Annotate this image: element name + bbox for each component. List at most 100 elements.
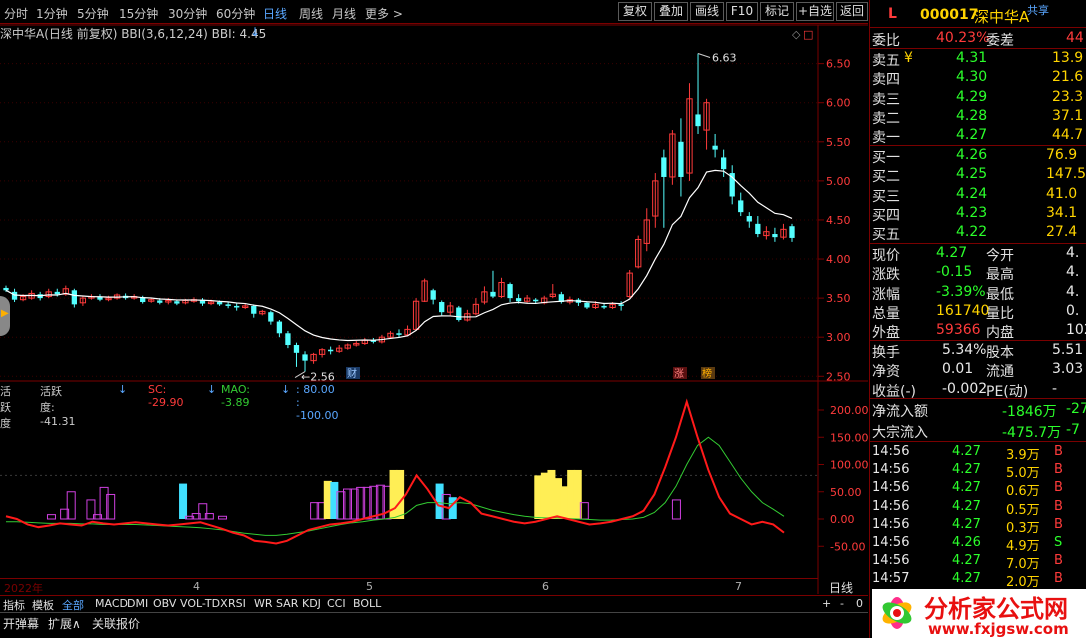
ask-row[interactable]: 卖三 4.29 23.3	[870, 88, 1086, 108]
stat2-row[interactable]: 收益(-) -0.002 PE(动) -	[870, 380, 1086, 400]
stat2-row[interactable]: 换手 5.34% 股本 5.51	[870, 341, 1086, 361]
bid-row[interactable]: 买四 4.23 34.1	[870, 204, 1086, 224]
bottom-bar: 开弹幕 扩展∧ 关联报价	[0, 612, 868, 638]
tab-indicator[interactable]: 指标	[3, 597, 25, 613]
tick-row[interactable]: 14:56 4.27 0.5万 B	[870, 498, 1086, 518]
expand-button[interactable]: 扩展∧	[48, 615, 81, 632]
watermark: 分析家公式网 www.fxjgsw.com	[872, 589, 1086, 638]
stat-value2: 0.	[1066, 302, 1080, 319]
bid-row[interactable]: 买二 4.25 147.5	[870, 165, 1086, 185]
tab-template[interactable]: 模板	[32, 597, 54, 613]
share-tag[interactable]: 共享	[1027, 2, 1049, 18]
indicator-bar	[46, 514, 56, 520]
stat2-label2: 股本	[986, 345, 1014, 361]
ask-row[interactable]: 卖一 4.27 44.7	[870, 126, 1086, 146]
tick-row[interactable]: 14:56 4.27 7.0万 B	[870, 552, 1086, 572]
ask-row[interactable]: 卖二 4.28 37.1	[870, 107, 1086, 127]
ask-row[interactable]: 卖五 ¥4.31 13.9	[870, 49, 1086, 69]
tick-row[interactable]: 14:56 4.26 4.9万 S	[870, 534, 1086, 554]
bid-row[interactable]: 买一 4.26 76.9	[870, 146, 1086, 166]
ask-price: 4.30	[956, 69, 988, 86]
collapse-handle[interactable]: ▶	[0, 296, 10, 336]
related-quote-button[interactable]: 关联报价	[92, 615, 140, 632]
ask-volume: 21.6	[1052, 69, 1084, 86]
y-tick-label: 4.50	[826, 214, 851, 227]
tab-obv[interactable]: OBV	[153, 597, 176, 610]
tab-kdj[interactable]: KDJ	[302, 597, 321, 610]
ask-price: 4.28	[956, 107, 988, 124]
indicator-value: 活跃度: -41.31	[40, 385, 76, 428]
stat-row[interactable]: 涨跌 -0.15 最高 4.	[870, 263, 1086, 283]
candle-body	[216, 302, 223, 305]
zoom-in-button[interactable]: +	[822, 597, 831, 610]
tab-cci[interactable]: CCI	[327, 597, 346, 610]
stat2-value2: 5.51	[1052, 342, 1084, 358]
flow-row[interactable]: 大宗流入 -475.7万 -7	[870, 421, 1086, 441]
tab-macd[interactable]: MACD	[95, 597, 128, 610]
tab-rsi[interactable]: RSI	[228, 597, 246, 610]
ind-y-tick-label: -50.00	[830, 540, 865, 553]
tick-row[interactable]: 14:56 4.27 0.6万 B	[870, 479, 1086, 500]
weibi-label: 委比	[872, 33, 900, 49]
stat-row[interactable]: 现价 4.27 今开 4.	[870, 244, 1086, 264]
tick-price: 4.26	[952, 535, 981, 550]
danmu-button[interactable]: 开弹幕	[3, 615, 39, 632]
candle-body	[157, 300, 163, 303]
tab-boll[interactable]: BOLL	[353, 597, 381, 610]
tick-row[interactable]: 14:56 4.27 0.3万 B	[870, 516, 1086, 536]
tick-side: B	[1054, 444, 1063, 459]
bid-row[interactable]: 买五 4.22 27.4	[870, 223, 1086, 243]
stat-row[interactable]: 总量 161740 量比 0.	[870, 302, 1086, 322]
chart-area[interactable]: 6.50 6.00 5.50 5.00 4.50 4.00 3.50 3.00 2.50 200.…	[0, 0, 868, 595]
ind-y-tick-label: 200.00	[830, 404, 868, 417]
candle-body	[490, 291, 496, 297]
stat2-label2: PE(动)	[986, 383, 1029, 400]
candle-body	[285, 333, 291, 346]
tick-row[interactable]: 14:56 4.27 5.0万 B	[870, 461, 1086, 481]
bid-price: 4.25	[956, 166, 988, 183]
ask-row[interactable]: 卖四 4.30 21.6	[870, 68, 1086, 88]
indicator-bar	[218, 515, 228, 520]
ind-y-tick-label: 50.00	[830, 486, 862, 499]
stat-value: 59366	[936, 322, 981, 339]
stat2-label: 收益(-)	[872, 383, 916, 400]
tick-time: 14:56	[872, 553, 910, 569]
ask-volume: 13.9	[1052, 50, 1084, 66]
tick-side: B	[1054, 553, 1063, 569]
stat-label2: 今开	[986, 248, 1014, 264]
tab-vol-tdx[interactable]: VOL-TDX	[180, 597, 228, 610]
candle-body	[11, 291, 18, 300]
marker-bang: 榜	[702, 367, 712, 380]
zoom-out-button[interactable]: -	[840, 597, 844, 610]
indicator-tabs: 指标 模板 全部 MACD DMI OBV VOL-TDX RSI WR SAR…	[0, 595, 868, 612]
tab-sar[interactable]: SAR	[276, 597, 298, 610]
stat-row[interactable]: 外盘 59366 内盘 1023	[870, 321, 1086, 341]
stat2-label: 换手	[872, 345, 900, 361]
marker-zhang: 涨	[674, 368, 684, 380]
tick-row[interactable]: 14:56 4.27 3.9万 B	[870, 443, 1086, 463]
watermark-url: www.fxjgsw.com	[928, 620, 1069, 638]
stat-row[interactable]: 涨幅 -3.39% 最低 4.	[870, 283, 1086, 303]
stock-name: 深中华A	[974, 8, 1030, 26]
candle-body	[174, 301, 180, 304]
bid-volume: 147.5	[1046, 166, 1086, 183]
tick-volume: 0.6万	[1006, 484, 1040, 500]
stat-value: 4.27	[936, 245, 968, 261]
candle-body	[772, 234, 778, 238]
tick-side: B	[1054, 516, 1063, 532]
candle-body	[430, 290, 436, 300]
candle-body	[302, 354, 308, 361]
caret-right-icon: ▶	[1, 308, 9, 319]
candle-body	[71, 290, 77, 305]
ask-price: 4.29	[956, 88, 988, 105]
tab-wr[interactable]: WR	[254, 597, 273, 610]
bid-volume: 34.1	[1046, 204, 1078, 221]
bid-row[interactable]: 买三 4.24 41.0	[870, 185, 1086, 205]
stat2-row[interactable]: 净资 0.01 流通 3.03	[870, 360, 1086, 380]
tab-all[interactable]: 全部	[62, 597, 84, 613]
reset-button[interactable]: 0	[856, 597, 863, 610]
tab-dmi[interactable]: DMI	[127, 597, 148, 610]
flow-row[interactable]: 净流入额 -1846万 -27	[870, 400, 1086, 420]
tick-row[interactable]: 14:57 4.27 2.0万 B	[870, 570, 1086, 590]
candle-body	[533, 299, 539, 302]
